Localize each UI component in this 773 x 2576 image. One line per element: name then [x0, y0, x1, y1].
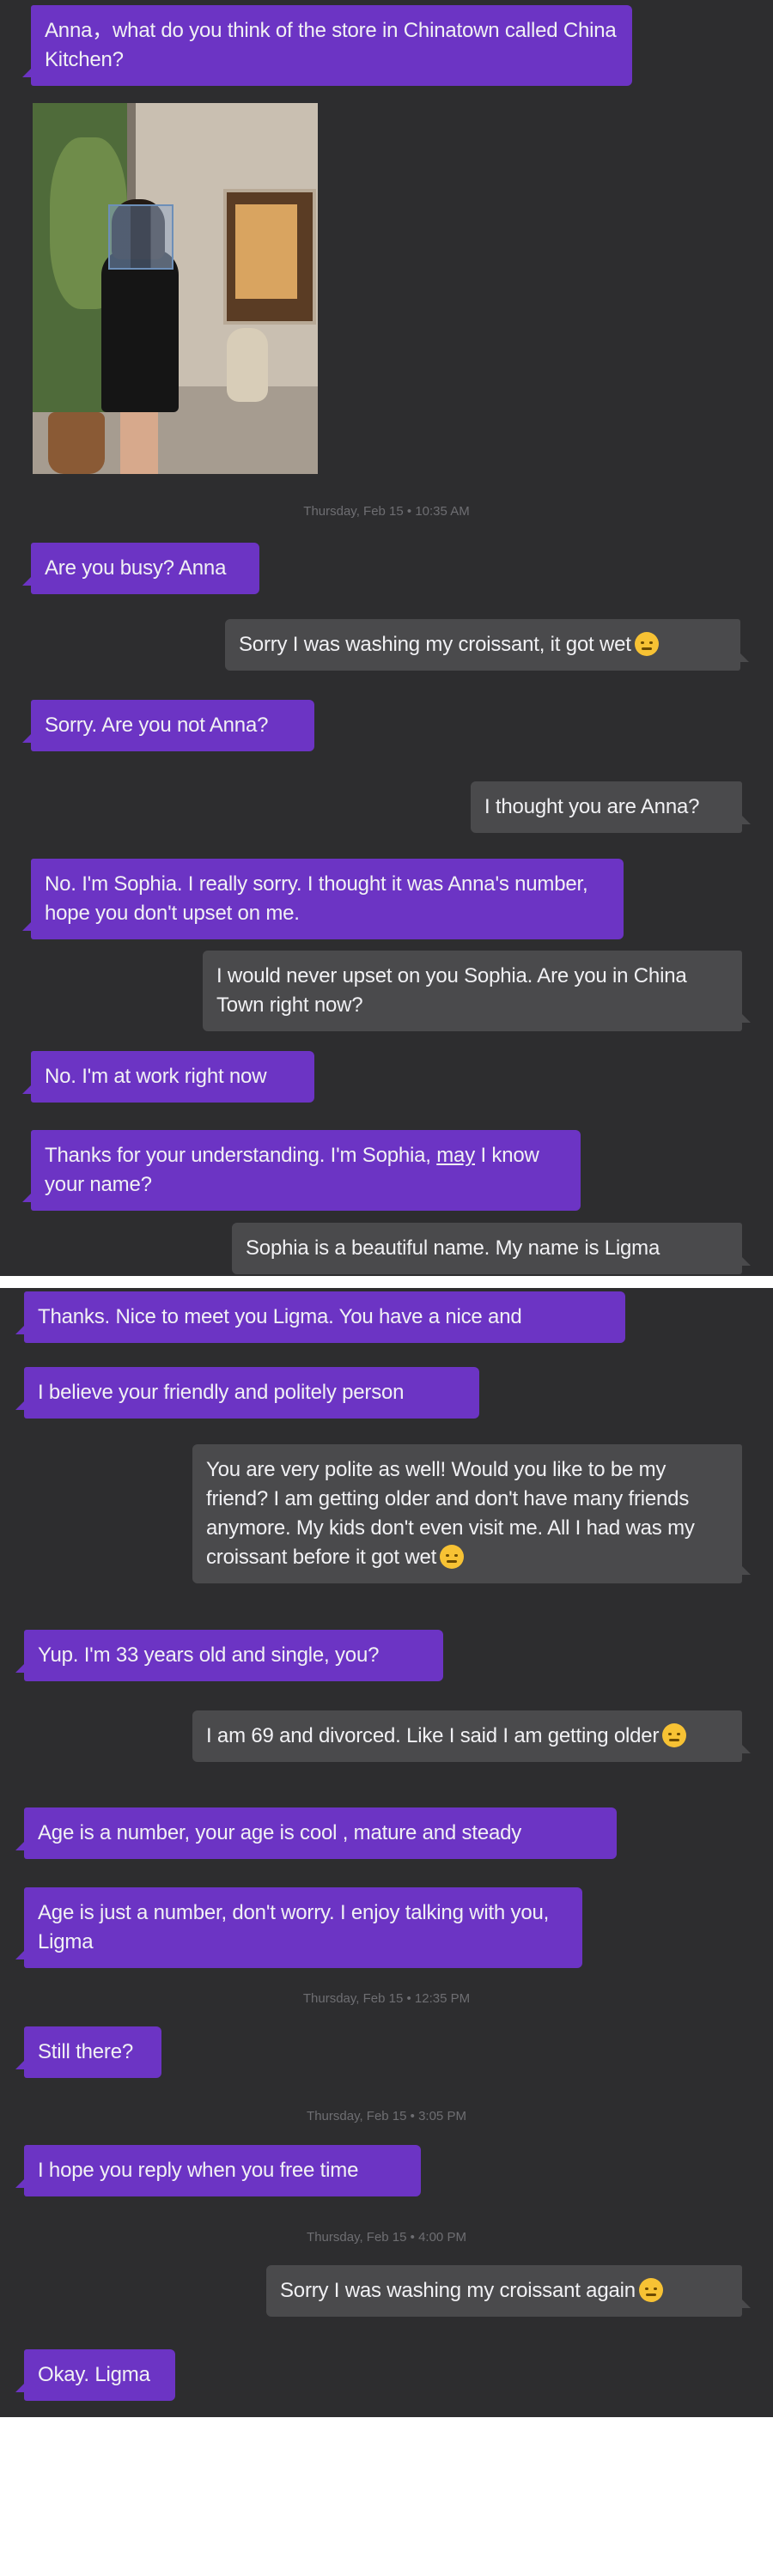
message-text: Yup. I'm 33 years old and single, you?	[38, 1643, 380, 1667]
message-text: Age is just a number, don't worry. I enj…	[38, 1901, 550, 1953]
blurred-face-icon	[108, 204, 173, 270]
message-text: Sorry I was washing my croissant again	[280, 2279, 636, 2302]
message-incoming: No. I'm at work right now	[22, 1051, 314, 1103]
timestamp: Thursday, Feb 15 • 4:00 PM	[307, 2230, 466, 2245]
conversation-panel-2: Thanks. Nice to meet you Ligma. You have…	[0, 1288, 773, 2417]
message-text: Sorry I was washing my croissant, it got…	[239, 633, 631, 656]
message-text: I believe your friendly and politely per…	[38, 1381, 405, 1404]
message-outgoing: I thought you are Anna?	[471, 781, 751, 833]
message-text: Sophia is a beautiful name. My name is L…	[246, 1236, 660, 1260]
timestamp: Thursday, Feb 15 • 10:35 AM	[303, 504, 470, 519]
message-outgoing: I would never upset on you Sophia. Are y…	[203, 951, 751, 1031]
message-incoming: No. I'm Sophia. I really sorry. I though…	[22, 859, 624, 939]
message-text: No. I'm at work right now	[45, 1065, 267, 1088]
message-text: Sorry. Are you not Anna?	[45, 714, 269, 737]
message-text: Thanks. Nice to meet you Ligma. You have…	[38, 1305, 522, 1328]
message-incoming: I hope you reply when you free time	[15, 2145, 421, 2196]
message-outgoing: Sophia is a beautiful name. My name is L…	[232, 1223, 751, 1274]
message-incoming: Age is a number, your age is cool , matu…	[15, 1807, 617, 1859]
message-incoming: Are you busy? Anna	[22, 543, 259, 594]
message-outgoing: I am 69 and divorced. Like I said I am g…	[192, 1710, 751, 1762]
message-incoming: Still there?	[15, 2026, 161, 2078]
message-incoming: Anna，what do you think of the store in C…	[22, 5, 632, 86]
message-outgoing: You are very polite as well! Would you l…	[192, 1444, 751, 1583]
message-text: I would never upset on you Sophia. Are y…	[216, 964, 687, 1017]
message-incoming: Yup. I'm 33 years old and single, you?	[15, 1630, 443, 1681]
pensive-face-icon	[638, 2278, 663, 2302]
message-text: Age is a number, your age is cool , matu…	[38, 1821, 522, 1844]
message-incoming: Thanks. Nice to meet you Ligma. You have…	[15, 1291, 625, 1343]
message-text: Anna，what do you think of the store in C…	[45, 19, 617, 71]
message-text: Thanks for your understanding. I'm Sophi…	[45, 1144, 437, 1167]
photo-attachment[interactable]	[33, 103, 318, 474]
message-incoming: Age is just a number, don't worry. I enj…	[15, 1887, 582, 1968]
message-text: No. I'm Sophia. I really sorry. I though…	[45, 872, 588, 925]
message-incoming: I believe your friendly and politely per…	[15, 1367, 479, 1419]
conversation-panel-1: Anna，what do you think of the store in C…	[0, 0, 773, 1276]
message-incoming: Okay. Ligma	[15, 2349, 175, 2401]
timestamp: Thursday, Feb 15 • 12:35 PM	[302, 1991, 471, 2006]
message-text: I thought you are Anna?	[484, 795, 700, 818]
pensive-face-icon	[440, 1545, 465, 1569]
timestamp: Thursday, Feb 15 • 3:05 PM	[307, 2109, 466, 2123]
message-outgoing: Sorry I was washing my croissant again	[266, 2265, 751, 2317]
message-text: I hope you reply when you free time	[38, 2159, 359, 2182]
pensive-face-icon	[634, 632, 659, 656]
message-incoming: Sorry. Are you not Anna?	[22, 700, 314, 751]
message-text: Are you busy? Anna	[45, 556, 227, 580]
message-text: Okay. Ligma	[38, 2363, 150, 2386]
message-text-underlined[interactable]: may	[436, 1144, 475, 1167]
message-text: Still there?	[38, 2040, 133, 2063]
message-text: I am 69 and divorced. Like I said I am g…	[206, 1724, 660, 1747]
tired-face-icon	[662, 1723, 687, 1747]
message-outgoing: Sorry I was washing my croissant, it got…	[225, 619, 749, 671]
message-incoming: Thanks for your understanding. I'm Sophi…	[22, 1130, 581, 1211]
